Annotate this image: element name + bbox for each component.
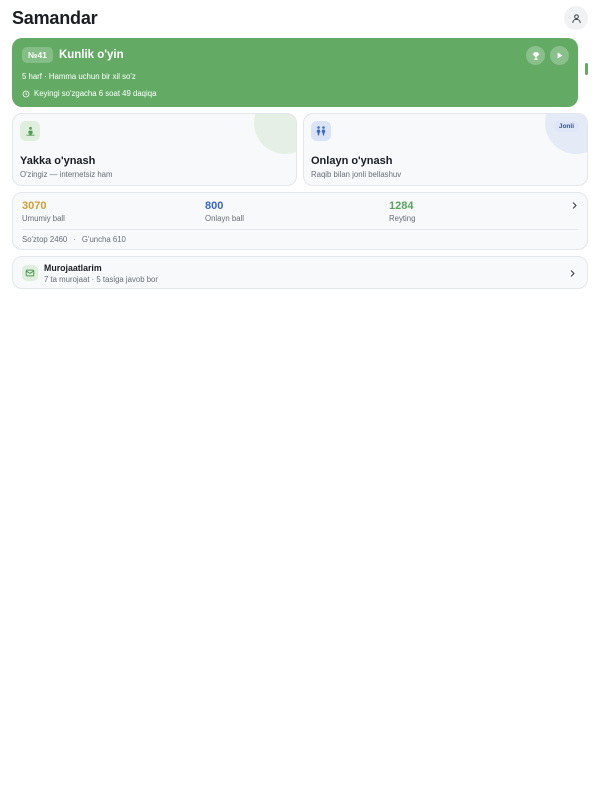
app-title: Samandar bbox=[12, 7, 98, 28]
daily-timer: Keyingi so'zgacha 6 soat 49 daqiqa bbox=[22, 89, 156, 98]
stats-separator: · bbox=[73, 235, 76, 244]
live-badge: Jonli bbox=[553, 121, 579, 132]
play-icon bbox=[557, 52, 563, 59]
scroll-indicator bbox=[585, 63, 588, 75]
mail-icon bbox=[25, 269, 35, 277]
play-daily-button[interactable] bbox=[550, 46, 569, 65]
stats-footer: So'ztop 2460 · G'uncha 610 bbox=[22, 235, 126, 244]
daily-title: Kunlik o'yin bbox=[58, 49, 124, 61]
user-icon bbox=[571, 13, 581, 23]
stat-total-label: Umumiy ball bbox=[22, 214, 65, 223]
appeals-card[interactable]: Murojaatlarim 7 ta murojaat · 5 tasiga j… bbox=[12, 256, 588, 289]
stat-online-label: Onlayn ball bbox=[205, 214, 245, 223]
guncha-score: G'uncha 610 bbox=[81, 235, 126, 244]
daily-number-badge: №41 bbox=[22, 47, 53, 63]
solo-mode-title: Yakka o'ynash bbox=[20, 155, 96, 167]
duel-icon bbox=[316, 126, 326, 136]
app-header: Samandar bbox=[12, 6, 588, 30]
chevron-right-icon bbox=[570, 270, 575, 277]
stat-rating: 1284 Reyting bbox=[389, 200, 415, 223]
online-mode-card[interactable]: Jonli Onlayn o'ynash Raqib bilan jonli b… bbox=[303, 113, 588, 186]
stat-rating-label: Reyting bbox=[389, 214, 416, 223]
daily-timer-text: Keyingi so'zgacha 6 soat 49 daqiqa bbox=[34, 89, 157, 98]
stat-online-value: 800 bbox=[205, 200, 224, 212]
card-decoration bbox=[545, 114, 587, 154]
stat-total-value: 3070 bbox=[22, 200, 47, 212]
stat-rating-value: 1284 bbox=[389, 200, 414, 212]
stats-card[interactable]: 3070 Umumiy ball 800 Onlayn ball 1284 Re… bbox=[12, 192, 588, 250]
solo-mode-card[interactable]: Yakka o'ynash O'zingiz — internetsiz ham bbox=[12, 113, 297, 186]
chevron-right-icon bbox=[572, 202, 577, 209]
stats-divider bbox=[22, 229, 578, 230]
trophy-icon bbox=[532, 51, 539, 60]
online-mode-title: Onlayn o'ynash bbox=[311, 155, 393, 167]
leaderboard-button[interactable] bbox=[526, 46, 545, 65]
stat-total: 3070 Umumiy ball bbox=[22, 200, 65, 223]
appeals-subtitle: 7 ta murojaat · 5 tasiga javob bor bbox=[44, 275, 158, 284]
appeals-title: Murojaatlarim bbox=[44, 263, 102, 273]
profile-button[interactable] bbox=[564, 6, 588, 30]
solo-player-icon bbox=[25, 126, 35, 136]
online-mode-subtitle: Raqib bilan jonli bellashuv bbox=[311, 170, 402, 179]
wordtop-score: So'ztop 2460 bbox=[22, 235, 68, 244]
daily-subtitle: 5 harf · Hamma uchun bir xil so'z bbox=[22, 72, 136, 81]
clock-icon bbox=[22, 90, 30, 97]
stat-online: 800 Onlayn ball bbox=[205, 200, 244, 223]
daily-game-card[interactable]: №41 Kunlik o'yin 5 harf · Hamma uchun bi… bbox=[12, 38, 578, 107]
card-decoration bbox=[254, 114, 296, 154]
solo-mode-subtitle: O'zingiz — internetsiz ham bbox=[20, 170, 113, 179]
